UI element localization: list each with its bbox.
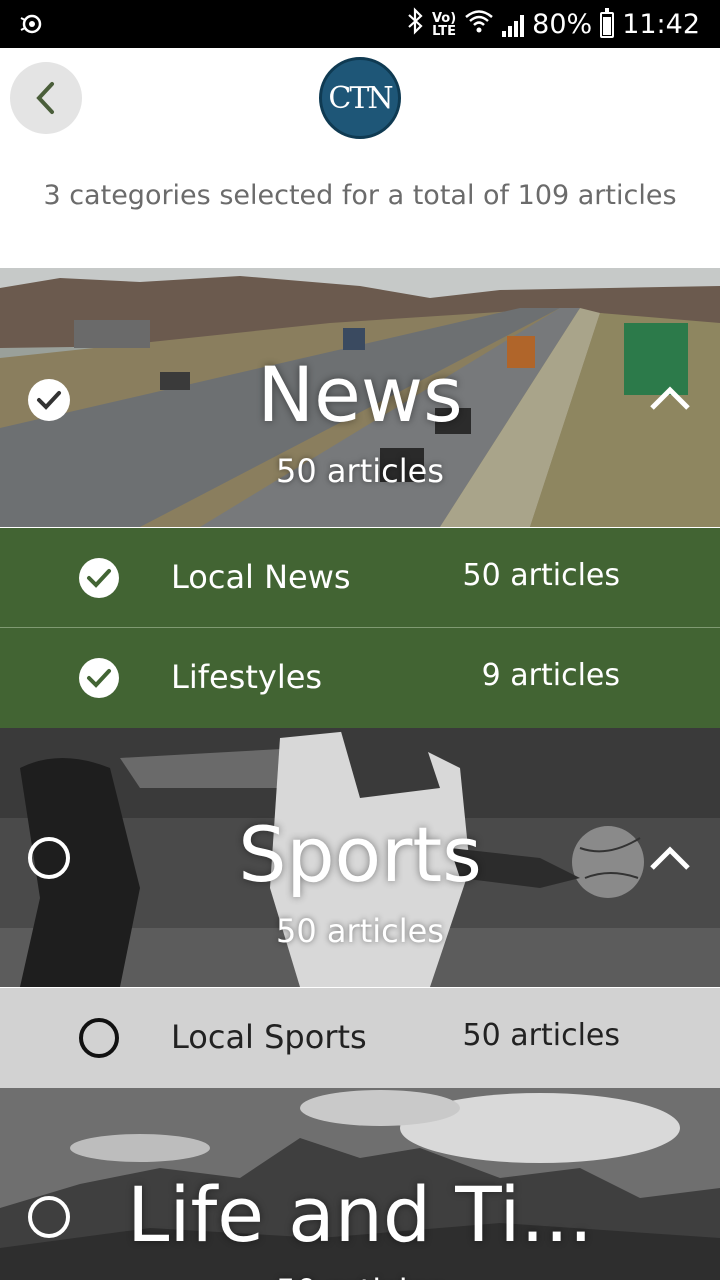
chevron-up-icon[interactable]: [648, 842, 692, 876]
back-button[interactable]: [10, 62, 82, 134]
selection-summary: 3 categories selected for a total of 109…: [43, 180, 677, 211]
category-count: 50 articles: [276, 452, 444, 490]
wifi-icon: [464, 8, 494, 41]
checkmark-icon[interactable]: [79, 558, 119, 598]
battery-percent: 80%: [532, 9, 593, 40]
clock: 11:42: [622, 9, 700, 40]
bluetooth-icon: [406, 7, 424, 42]
category-count: 50 articles: [0, 1272, 720, 1280]
ctn-logo: CTN: [319, 57, 401, 139]
category-sports[interactable]: Sports 50 articles: [0, 728, 720, 987]
signal-icon: [502, 13, 525, 37]
subcategory-count: 9 articles: [481, 658, 620, 693]
category-count: 50 articles: [276, 912, 444, 950]
category-title: News: [257, 350, 463, 439]
subcategory-count: 50 articles: [462, 558, 620, 593]
status-bar: Vo) LTE 80% 11:42: [0, 0, 720, 48]
assistant-icon: [18, 10, 46, 45]
subcategory-name: Local News: [171, 558, 351, 596]
subcategory-count: 50 articles: [462, 1018, 620, 1053]
unchecked-circle-icon[interactable]: [79, 1018, 119, 1058]
app-header: CTN: [0, 48, 720, 148]
subcategory-lifestyles[interactable]: Lifestyles 9 articles: [0, 628, 720, 728]
chevron-left-icon: [36, 82, 54, 114]
battery-icon: [600, 7, 615, 38]
checkmark-icon[interactable]: [79, 658, 119, 698]
subcategory-name: Local Sports: [171, 1018, 367, 1056]
chevron-up-icon[interactable]: [648, 382, 692, 416]
category-title: Life and Ti...: [127, 1170, 593, 1259]
subcategory-name: Lifestyles: [171, 658, 323, 696]
category-news[interactable]: News 50 articles: [0, 268, 720, 527]
network-type: Vo) LTE: [431, 10, 457, 39]
subcategory-local-sports[interactable]: Local Sports 50 articles: [0, 988, 720, 1088]
category-life-and-times[interactable]: Life and Ti... 50 articles: [0, 1088, 720, 1280]
category-title: Sports: [238, 810, 482, 899]
subcategory-local-news[interactable]: Local News 50 articles: [0, 528, 720, 628]
